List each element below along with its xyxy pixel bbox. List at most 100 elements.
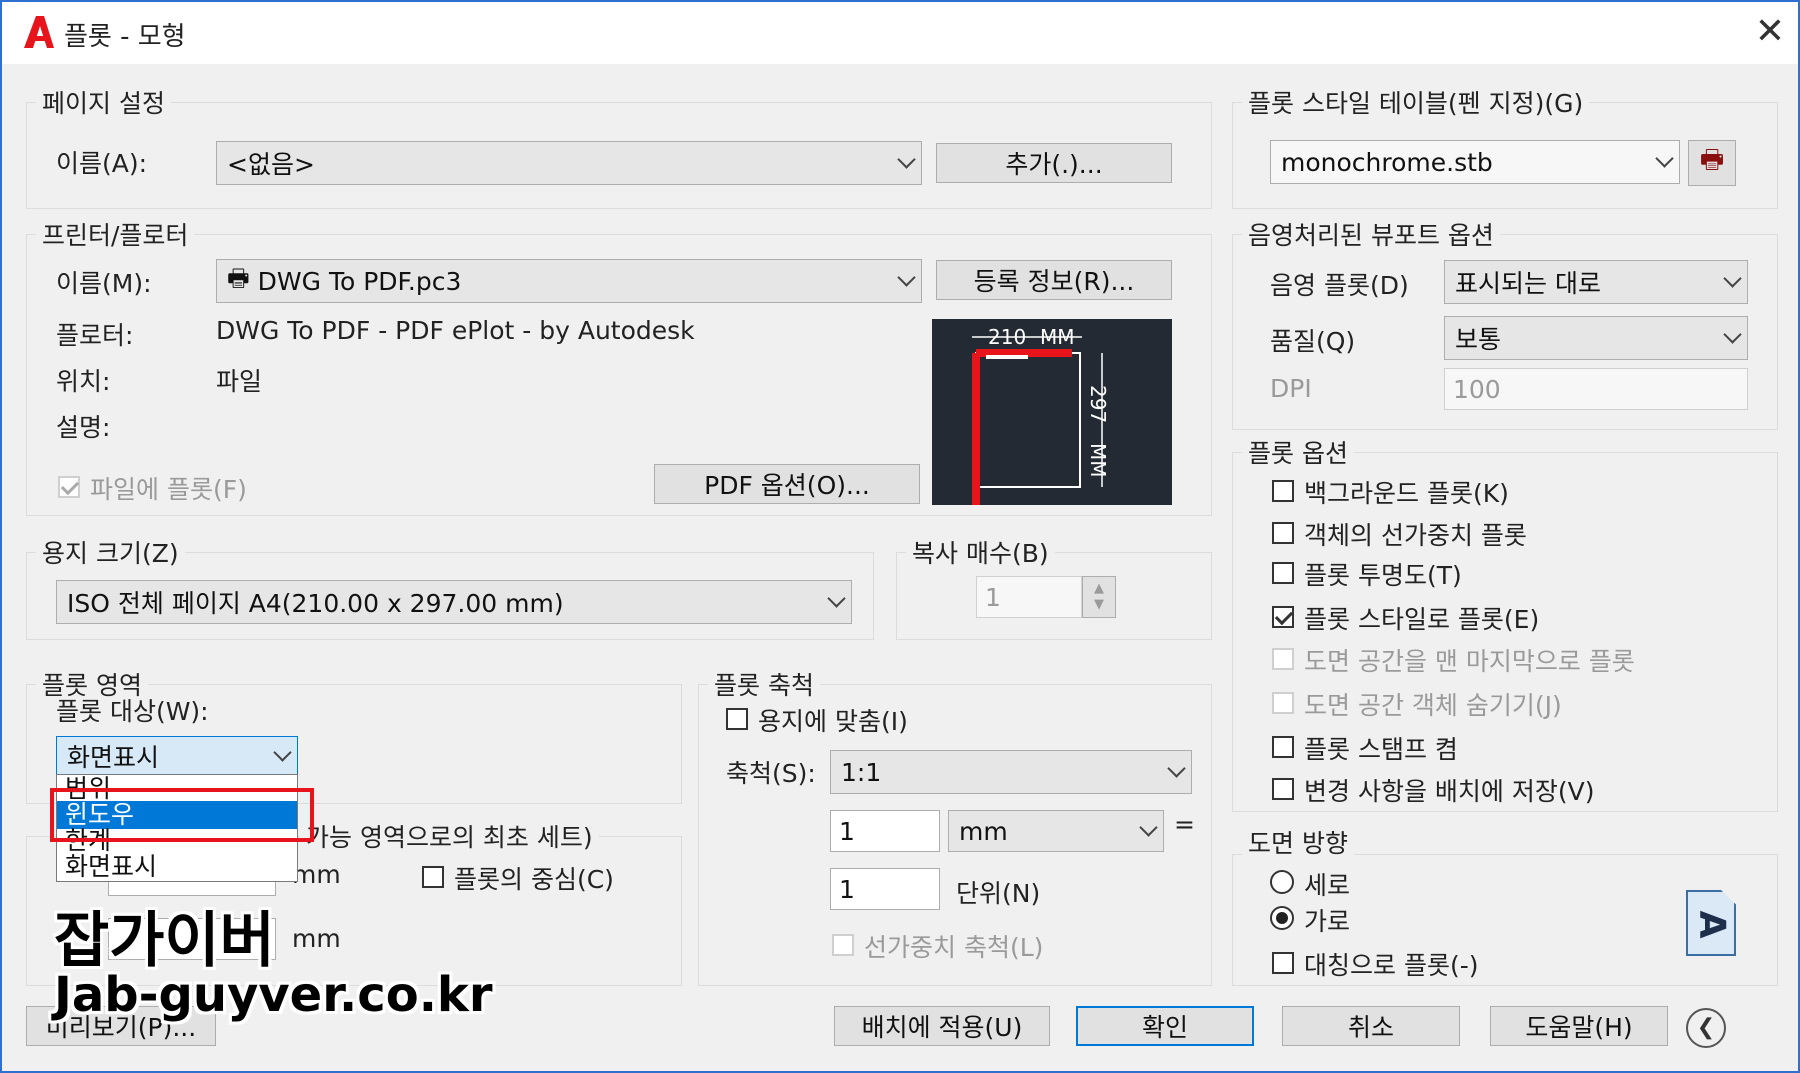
orientation-preview-icon: A [1686,890,1736,956]
copies-input[interactable]: 1 [976,576,1082,618]
page-setup-name-select[interactable]: <없음> [216,141,922,185]
plot-dialog: 플롯 - 모형 ✕ 페이지 설정 이름(A): <없음> 추가(.)... 프린… [0,0,1800,1073]
shade-plot-select[interactable]: 표시되는 대로 [1444,260,1748,304]
object-lineweights-checkbox[interactable] [1272,522,1294,544]
add-page-setup-button[interactable]: 추가(.)... [936,143,1172,183]
plot-with-styles-checkbox[interactable] [1272,606,1294,628]
apply-to-layout-button[interactable]: 배치에 적용(U) [834,1006,1050,1046]
chevron-down-icon [827,589,846,608]
chevron-down-icon [1139,818,1158,837]
copies-spinner[interactable]: ▲ ▼ [1082,576,1116,618]
properties-button[interactable]: 등록 정보(R)... [936,260,1172,300]
quality-label: 품질(Q) [1270,327,1356,356]
background-plot-checkbox[interactable] [1272,480,1294,502]
center-plot-checkbox[interactable] [422,866,444,888]
printer-name-label: 이름(M): [56,269,152,298]
ok-button[interactable]: 확인 [1076,1006,1254,1046]
title-bar: 플롯 - 모형 ✕ [2,2,1798,64]
plot-what-select[interactable]: 화면표시 [56,736,298,776]
printer-icon: 🖶 [227,263,250,292]
window-title: 플롯 - 모형 [64,22,186,52]
plot-to-file-checkbox[interactable] [58,476,80,498]
scale-denominator-input[interactable]: 1 [830,868,940,910]
plot-offset-title: 가능 영역으로의 최초 세트) [300,818,599,854]
page-setup-name-value: <없음> [227,150,315,179]
printer-name-select[interactable]: 🖶 DWG To PDF.pc3 [216,259,922,303]
paperspace-last-checkbox[interactable] [1272,648,1294,670]
save-to-layout-label: 변경 사항을 배치에 저장(V) [1304,777,1595,806]
quality-value: 보통 [1455,325,1502,354]
scale-lineweights-label: 선가중치 축척(L) [864,933,1044,962]
plot-options-title: 플롯 옵션 [1242,434,1354,470]
plot-what-label: 플롯 대상(W): [56,697,209,726]
paper-size-select[interactable]: ISO 전체 페이지 A4(210.00 x 297.00 mm) [56,580,852,624]
plot-transparency-label: 플롯 투명도(T) [1304,561,1462,590]
orientation-letter: A [1691,910,1733,939]
preview-width-unit: MM [1040,325,1075,349]
units-label: 단위(N) [956,879,1041,908]
equals-sign: = [1174,810,1195,839]
scale-label: 축척(S): [726,759,816,788]
description-label: 설명: [56,413,111,442]
close-icon[interactable]: ✕ [1750,12,1790,52]
dpi-input[interactable]: 100 [1444,368,1748,410]
scale-select[interactable]: 1:1 [830,750,1192,794]
save-to-layout-checkbox[interactable] [1272,778,1294,800]
plot-what-option-display[interactable]: 화면표시 [57,853,297,881]
chevron-down-icon [1723,325,1742,344]
plot-what-value: 화면표시 [67,743,160,772]
style-table-title: 플롯 스타일 테이블(펜 지정)(G) [1242,84,1590,120]
spin-down-icon[interactable]: ▼ [1094,597,1104,613]
hide-paperspace-checkbox[interactable] [1272,692,1294,714]
where-value: 파일 [216,367,263,396]
quality-select[interactable]: 보통 [1444,316,1748,360]
chevron-down-icon [1167,759,1186,778]
watermark-url: Jab-guyver.co.kr [54,967,493,1023]
autocad-icon [24,16,54,48]
plot-with-styles-label: 플롯 스타일로 플롯(E) [1304,605,1540,634]
cancel-button[interactable]: 취소 [1282,1006,1460,1046]
shade-plot-value: 표시되는 대로 [1455,269,1601,298]
plot-transparency-checkbox[interactable] [1272,562,1294,584]
paper-size-value: ISO 전체 페이지 A4(210.00 x 297.00 mm) [67,589,564,618]
spin-up-icon[interactable]: ▲ [1094,581,1104,597]
plot-stamp-checkbox[interactable] [1272,736,1294,758]
shade-plot-label: 음영 플롯(D) [1270,271,1409,300]
pdf-options-button[interactable]: PDF 옵션(O)... [654,464,920,504]
page-setup-name-label: 이름(A): [56,149,148,178]
chevron-down-icon [1723,269,1742,288]
paper-size-title: 용지 크기(Z) [36,534,185,570]
collapse-icon[interactable]: ❮ [1686,1008,1726,1048]
preview-height-unit: MM [1086,443,1110,478]
scale-lineweights-checkbox[interactable] [832,934,854,956]
scale-value: 1:1 [841,757,882,787]
portrait-radio[interactable] [1270,870,1294,894]
where-label: 위치: [56,367,111,396]
edit-style-table-button[interactable]: 🖶 [1688,140,1736,186]
chevron-down-icon [897,268,916,287]
offset-x-unit: mm [292,860,341,889]
paper-preview: 210 MM 297 MM [932,319,1172,505]
copies-title: 복사 매수(B) [906,534,1055,570]
page-setup-title: 페이지 설정 [36,84,171,120]
scale-unit-value: mm [959,816,1008,846]
center-plot-label: 플롯의 중심(C) [454,865,614,894]
printer-group-title: 프린터/플로터 [36,216,195,252]
style-table-value: monochrome.stb [1281,147,1493,177]
scale-numerator-input[interactable]: 1 [830,810,940,852]
upside-down-checkbox[interactable] [1272,952,1294,974]
portrait-label: 세로 [1304,871,1351,900]
fit-to-paper-checkbox[interactable] [726,708,748,730]
chevron-down-icon [1655,149,1674,168]
plotter-value: DWG To PDF - PDF ePlot - by Autodesk [216,316,695,345]
plot-to-file-label: 파일에 플롯(F) [90,475,247,504]
orientation-title: 도면 방향 [1242,824,1354,860]
hide-paperspace-label: 도면 공간 객체 숨기기(J) [1304,691,1562,720]
help-button[interactable]: 도움말(H) [1490,1006,1668,1046]
scale-unit-select[interactable]: mm [948,810,1164,852]
plot-stamp-label: 플롯 스탬프 켬 [1304,735,1458,764]
landscape-radio[interactable] [1270,906,1294,930]
paperspace-last-label: 도면 공간을 맨 마지막으로 플롯 [1304,647,1635,676]
style-table-select[interactable]: monochrome.stb [1270,140,1680,184]
highlight-box [50,788,314,842]
